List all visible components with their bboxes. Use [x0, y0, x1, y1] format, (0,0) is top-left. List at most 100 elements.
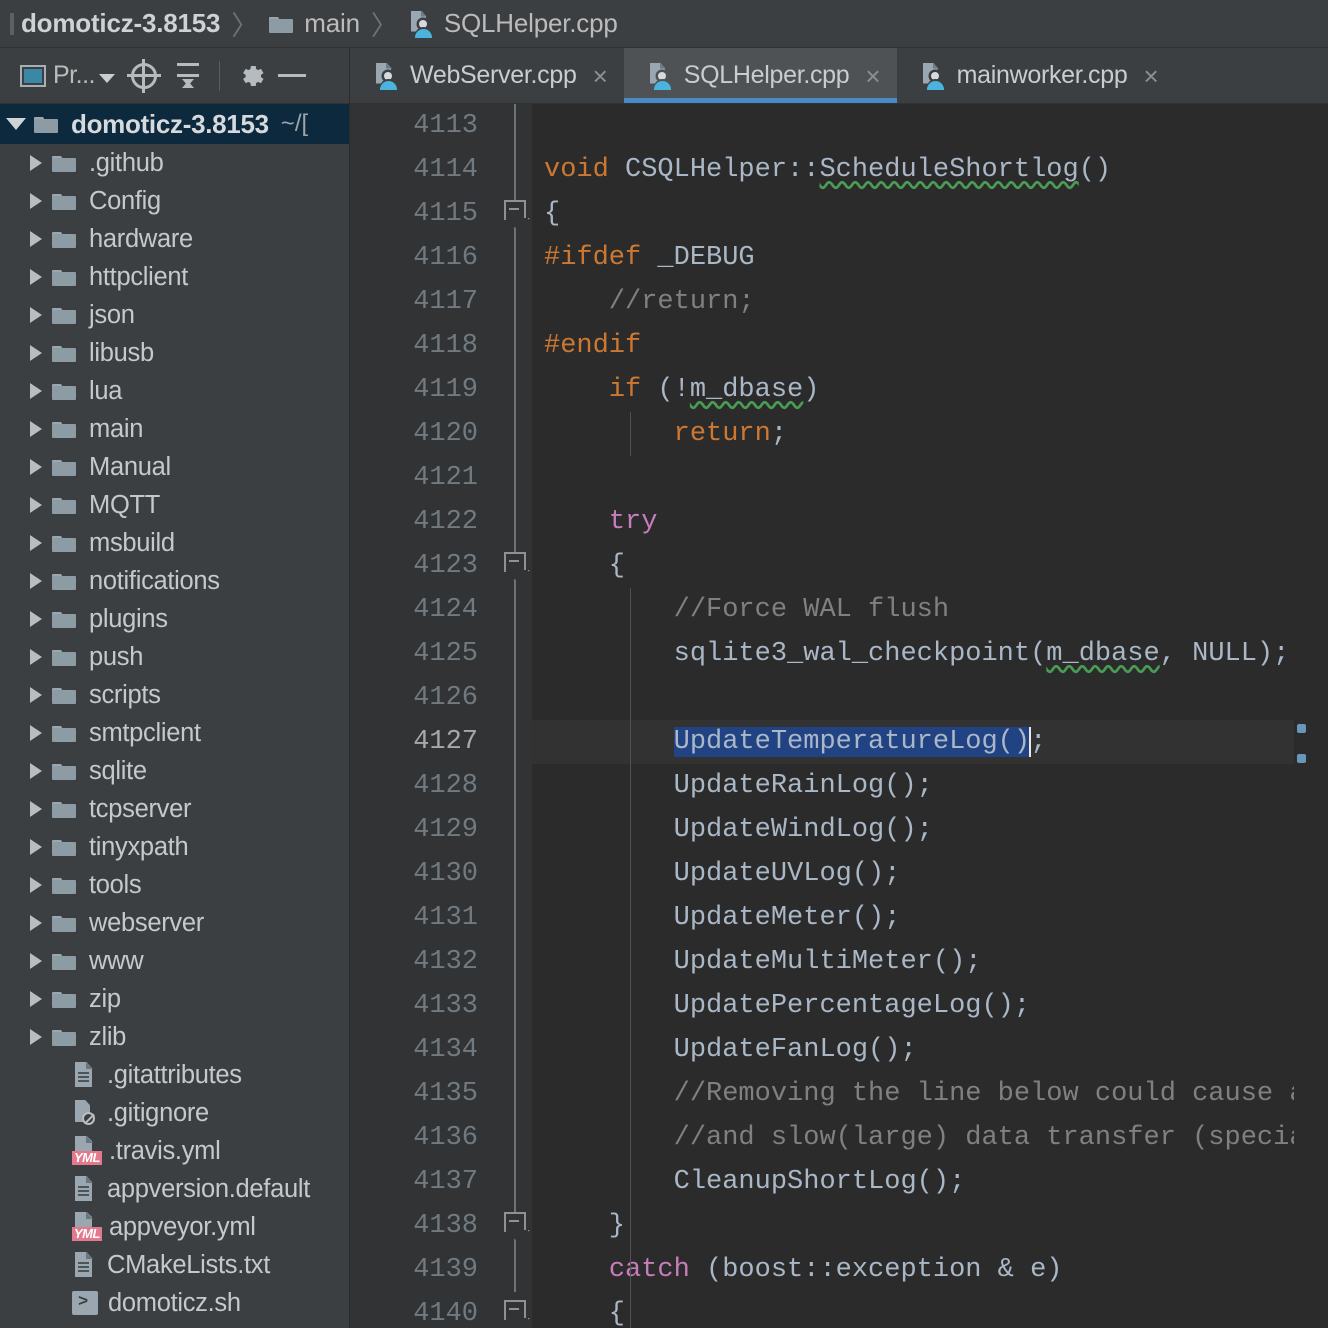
- line-number[interactable]: 4122: [350, 500, 496, 544]
- line-number[interactable]: 4117: [350, 280, 496, 324]
- chevron-right-icon[interactable]: [30, 155, 42, 171]
- line-number[interactable]: 4115: [350, 192, 496, 236]
- chevron-right-icon[interactable]: [30, 953, 42, 969]
- tree-row-folder[interactable]: scripts: [0, 676, 349, 714]
- code-line[interactable]: //return;: [532, 280, 1328, 324]
- line-number[interactable]: 4139: [350, 1248, 496, 1292]
- close-icon[interactable]: ×: [1143, 63, 1158, 89]
- code-folding-gutter[interactable]: [496, 104, 532, 1328]
- code-line[interactable]: UpdateRainLog();: [532, 764, 1328, 808]
- code-fold-marker[interactable]: [504, 200, 526, 226]
- line-number[interactable]: 4123: [350, 544, 496, 588]
- tree-row-file[interactable]: appversion.default: [0, 1170, 349, 1208]
- line-number[interactable]: 4131: [350, 896, 496, 940]
- code-line[interactable]: [532, 456, 1328, 500]
- code-line[interactable]: #endif: [532, 324, 1328, 368]
- tree-row-folder[interactable]: tinyxpath: [0, 828, 349, 866]
- code-line[interactable]: //Force WAL flush: [532, 588, 1328, 632]
- tree-row-folder[interactable]: MQTT: [0, 486, 349, 524]
- line-number[interactable]: 4135: [350, 1072, 496, 1116]
- line-number[interactable]: 4127: [350, 720, 496, 764]
- project-file-tree[interactable]: domoticz-3.8153 ~/[.github Config hardware h…: [0, 104, 349, 1328]
- chevron-right-icon[interactable]: [30, 687, 42, 703]
- code-line[interactable]: UpdateUVLog();: [532, 852, 1328, 896]
- tree-row-folder[interactable]: httpclient: [0, 258, 349, 296]
- chevron-right-icon[interactable]: [30, 269, 42, 285]
- code-line[interactable]: }: [532, 1204, 1328, 1248]
- line-number-gutter[interactable]: 4113 4114 4115 4116 4117 4118 4119 4120 4121 4122…: [350, 104, 496, 1328]
- chevron-right-icon[interactable]: [30, 383, 42, 399]
- chevron-right-icon[interactable]: [30, 877, 42, 893]
- line-number[interactable]: 4134: [350, 1028, 496, 1072]
- line-number[interactable]: 4124: [350, 588, 496, 632]
- locate-file-button[interactable]: [121, 56, 167, 96]
- line-number[interactable]: 4140: [350, 1292, 496, 1328]
- project-view-selector[interactable]: Pr...: [14, 56, 121, 96]
- code-line[interactable]: //Removing the line below could cause a: [532, 1072, 1328, 1116]
- line-number[interactable]: 4121: [350, 456, 496, 500]
- code-line[interactable]: {: [532, 192, 1328, 236]
- line-number[interactable]: 4113: [350, 104, 496, 148]
- code-editor[interactable]: 4113 4114 4115 4116 4117 4118 4119 4120 4121 4122…: [350, 104, 1328, 1328]
- code-line[interactable]: UpdateFanLog();: [532, 1028, 1328, 1072]
- code-content[interactable]: void CSQLHelper:: ScheduleShortlog(){#ifd…: [532, 104, 1328, 1328]
- code-line[interactable]: if (! m_dbase): [532, 368, 1328, 412]
- code-line[interactable]: UpdateTemperatureLog();: [532, 720, 1328, 764]
- code-line[interactable]: [532, 104, 1328, 148]
- tree-row-folder[interactable]: main: [0, 410, 349, 448]
- code-line[interactable]: {: [532, 544, 1328, 588]
- tree-row-folder[interactable]: libusb: [0, 334, 349, 372]
- code-line[interactable]: {: [532, 1292, 1328, 1328]
- line-number[interactable]: 4129: [350, 808, 496, 852]
- tree-row-file[interactable]: .gitignore: [0, 1094, 349, 1132]
- tree-row-folder[interactable]: json: [0, 296, 349, 334]
- chevron-right-icon[interactable]: [30, 193, 42, 209]
- code-line[interactable]: try: [532, 500, 1328, 544]
- line-number[interactable]: 4133: [350, 984, 496, 1028]
- line-number[interactable]: 4128: [350, 764, 496, 808]
- line-number[interactable]: 4132: [350, 940, 496, 984]
- tree-row-folder[interactable]: www: [0, 942, 349, 980]
- chevron-right-icon[interactable]: [30, 231, 42, 247]
- tree-row-folder[interactable]: Manual: [0, 448, 349, 486]
- line-number[interactable]: 4137: [350, 1160, 496, 1204]
- chevron-right-icon[interactable]: [30, 649, 42, 665]
- editor-tab[interactable]: mainworker.cpp ×: [897, 48, 1175, 103]
- tree-row-folder[interactable]: smtpclient: [0, 714, 349, 752]
- code-line[interactable]: UpdatePercentageLog();: [532, 984, 1328, 1028]
- code-fold-marker[interactable]: [504, 552, 526, 578]
- code-line[interactable]: [532, 676, 1328, 720]
- line-number[interactable]: 4120: [350, 412, 496, 456]
- tree-row-folder[interactable]: sqlite: [0, 752, 349, 790]
- line-number[interactable]: 4125: [350, 632, 496, 676]
- tree-row-file[interactable]: YML .travis.yml: [0, 1132, 349, 1170]
- chevron-right-icon[interactable]: [30, 1029, 42, 1045]
- collapse-all-button[interactable]: [167, 56, 209, 96]
- chevron-right-icon[interactable]: [30, 459, 42, 475]
- chevron-right-icon[interactable]: [30, 801, 42, 817]
- chevron-right-icon[interactable]: [30, 421, 42, 437]
- line-number[interactable]: 4136: [350, 1116, 496, 1160]
- tree-row-folder[interactable]: zlib: [0, 1018, 349, 1056]
- code-line[interactable]: catch (boost::exception & e): [532, 1248, 1328, 1292]
- tree-row-file[interactable]: .gitattributes: [0, 1056, 349, 1094]
- chevron-right-icon[interactable]: [30, 535, 42, 551]
- editor-tab[interactable]: SQLHelper.cpp ×: [623, 48, 897, 103]
- line-number[interactable]: 4130: [350, 852, 496, 896]
- tree-row-root[interactable]: domoticz-3.8153 ~/[: [0, 104, 349, 144]
- tree-row-folder[interactable]: hardware: [0, 220, 349, 258]
- code-line[interactable]: return;: [532, 412, 1328, 456]
- line-number[interactable]: 4138: [350, 1204, 496, 1248]
- line-number[interactable]: 4114: [350, 148, 496, 192]
- editor-tab[interactable]: WebServer.cpp ×: [350, 48, 624, 103]
- tree-row-folder[interactable]: zip: [0, 980, 349, 1018]
- line-number[interactable]: 4118: [350, 324, 496, 368]
- code-line[interactable]: UpdateMultiMeter();: [532, 940, 1328, 984]
- tree-row-folder[interactable]: plugins: [0, 600, 349, 638]
- tree-row-file[interactable]: CMakeLists.txt: [0, 1246, 349, 1284]
- chevron-right-icon[interactable]: [30, 497, 42, 513]
- tree-row-folder[interactable]: Config: [0, 182, 349, 220]
- inspection-marker[interactable]: [1297, 754, 1306, 763]
- close-icon[interactable]: ×: [593, 63, 608, 89]
- tree-row-file[interactable]: YML appveyor.yml: [0, 1208, 349, 1246]
